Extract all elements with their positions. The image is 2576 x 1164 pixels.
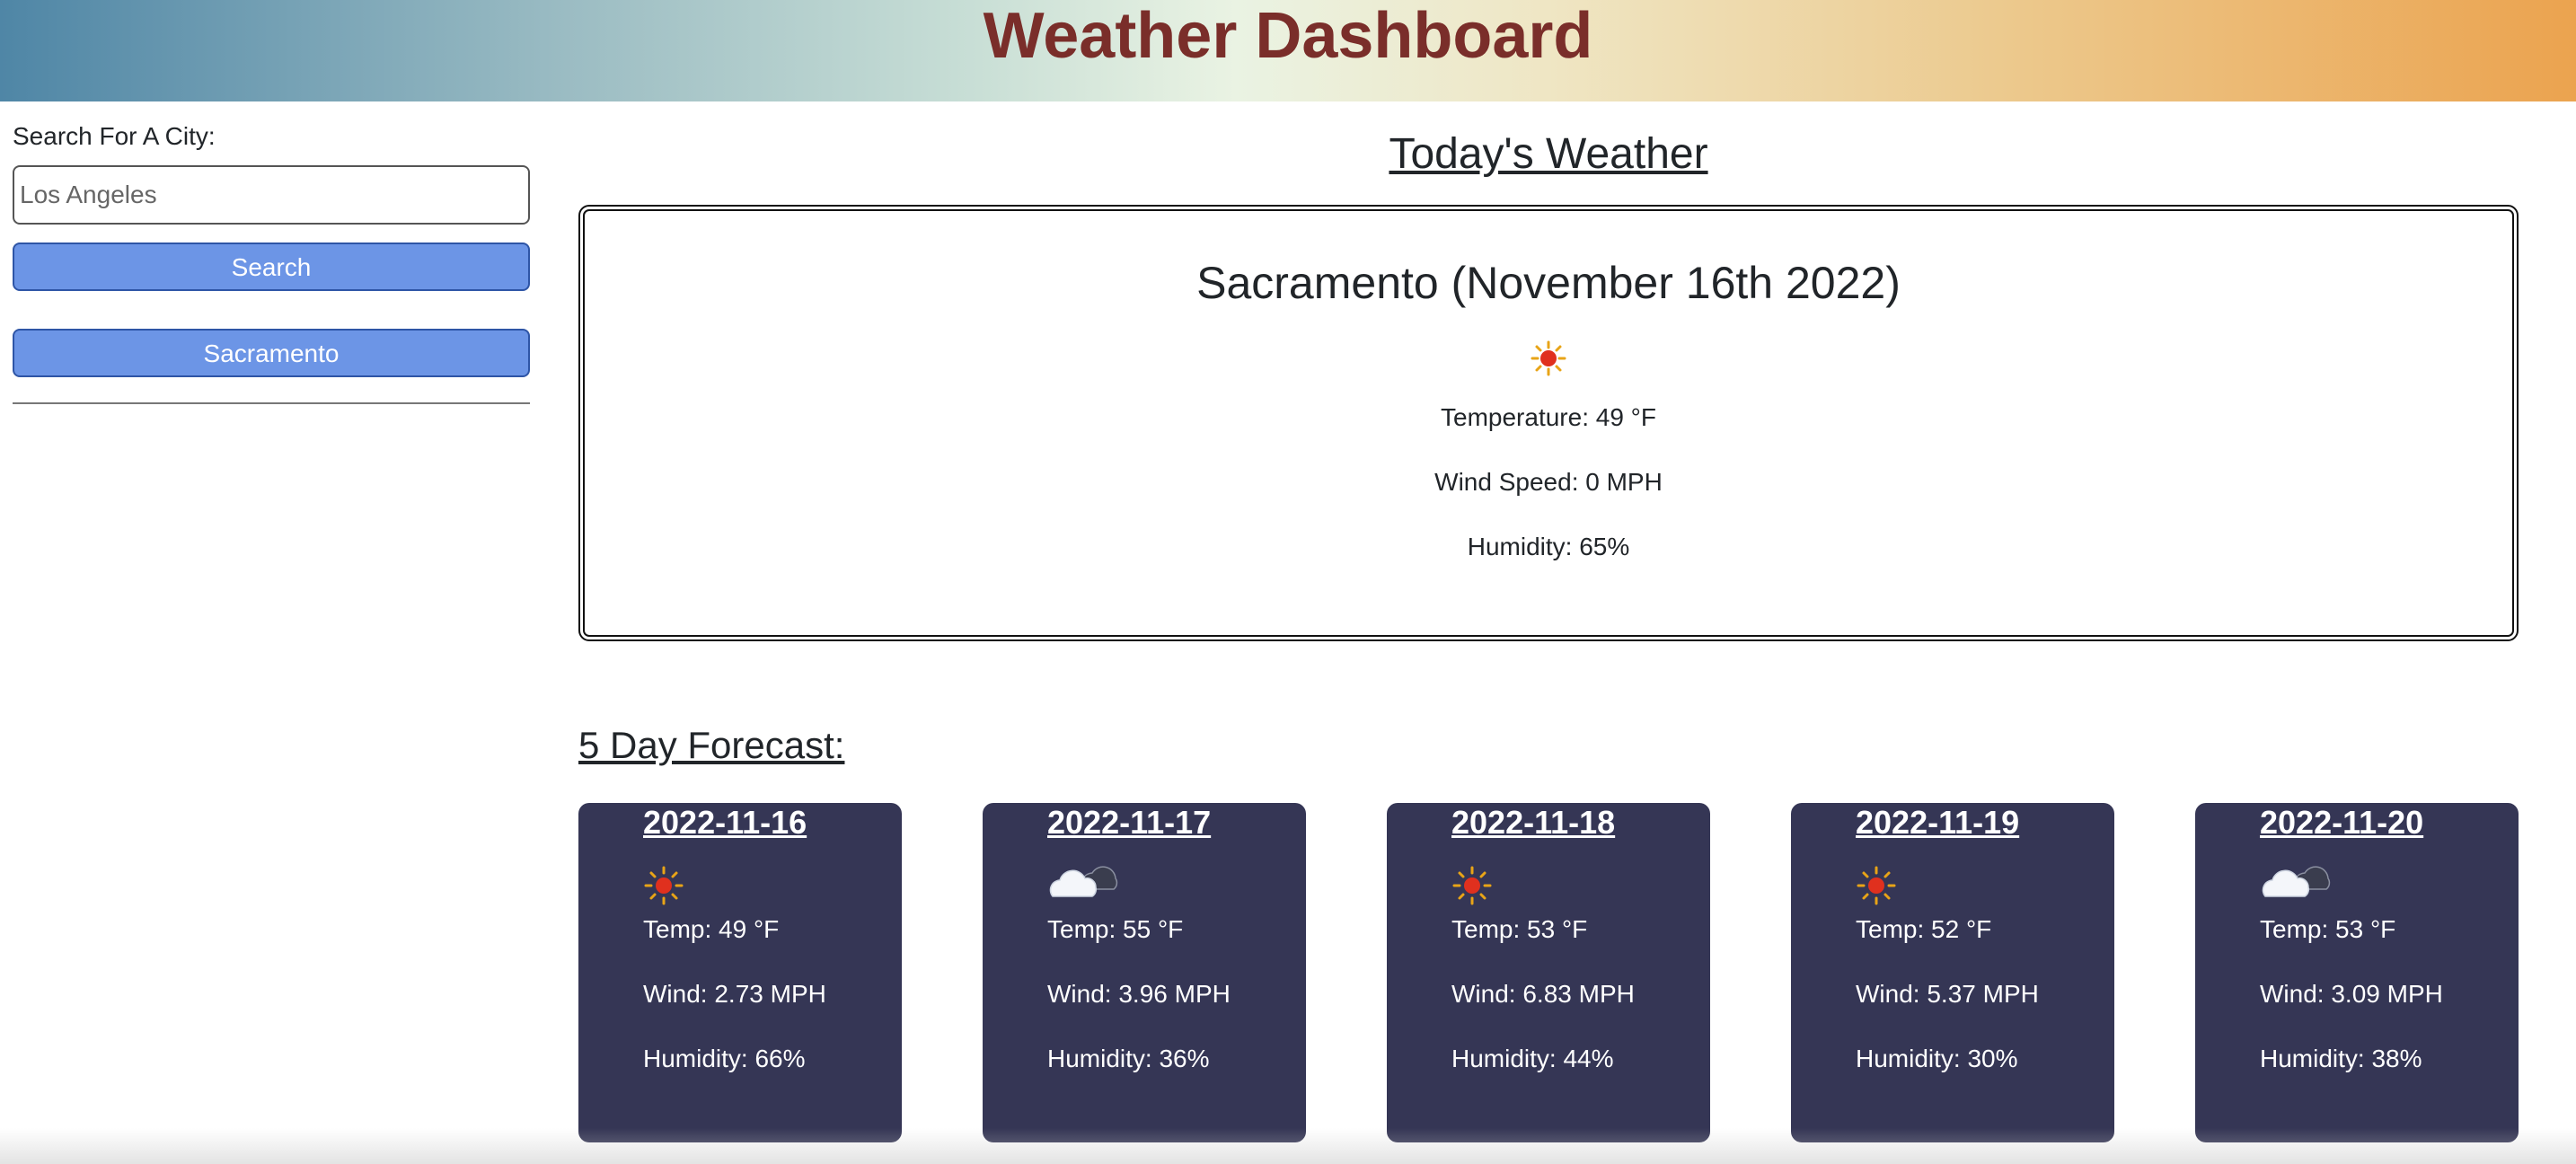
todays-weather-title: Today's Weather bbox=[1389, 130, 1708, 178]
forecast-temp: Temp: 49 °F bbox=[643, 915, 780, 943]
forecast-date: 2022-11-16 bbox=[643, 804, 807, 841]
forecast-card: 2022-11-17 Temp: 55 °F Wind: 3.96 MPH Hu… bbox=[983, 803, 1306, 1142]
header-banner: Weather Dashboard bbox=[0, 0, 2576, 101]
forecast-date: 2022-11-20 bbox=[2260, 804, 2424, 841]
forecast-date: 2022-11-19 bbox=[1856, 804, 2020, 841]
sidebar-divider bbox=[13, 402, 530, 404]
forecast-temp: Temp: 55 °F bbox=[1047, 915, 1184, 943]
main-content: Today's Weather Sacramento (November 16t… bbox=[578, 117, 2519, 1142]
cloud-icon bbox=[2260, 855, 2519, 907]
forecast-card: 2022-11-18 Temp: 53 °F Wind: 6.83 MPH Hu… bbox=[1387, 803, 1710, 1142]
forecast-humidity: Humidity: 30% bbox=[1856, 1045, 2018, 1072]
history-button-sacramento[interactable]: Sacramento bbox=[13, 329, 530, 377]
forecast-card: 2022-11-16 Temp: 49 °F Wind: 2.73 MPH Hu… bbox=[578, 803, 902, 1142]
forecast-humidity: Humidity: 38% bbox=[2260, 1045, 2422, 1072]
today-city-heading: Sacramento (November 16th 2022) bbox=[1196, 258, 1901, 308]
forecast-date: 2022-11-18 bbox=[1451, 804, 1616, 841]
sun-icon bbox=[1531, 340, 1566, 376]
sidebar: Search For A City: Search Sacramento bbox=[13, 117, 530, 404]
cloud-icon bbox=[1047, 855, 1306, 907]
bottom-shadow bbox=[0, 1128, 2576, 1164]
forecast-humidity: Humidity: 44% bbox=[1451, 1045, 1614, 1072]
sun-icon bbox=[643, 855, 902, 907]
forecast-wind: Wind: 2.73 MPH bbox=[643, 980, 826, 1008]
search-button[interactable]: Search bbox=[13, 242, 530, 291]
forecast-row: 2022-11-16 Temp: 49 °F Wind: 2.73 MPH Hu… bbox=[578, 803, 2519, 1144]
today-wind-speed: Wind Speed: 0 MPH bbox=[1434, 468, 1663, 496]
forecast-temp: Temp: 53 °F bbox=[1451, 915, 1588, 943]
forecast-wind: Wind: 3.09 MPH bbox=[2260, 980, 2443, 1008]
forecast-wind: Wind: 6.83 MPH bbox=[1451, 980, 1635, 1008]
search-input[interactable] bbox=[13, 165, 530, 225]
forecast-title: 5 Day Forecast: bbox=[578, 724, 845, 766]
forecast-humidity: Humidity: 66% bbox=[643, 1045, 806, 1072]
forecast-humidity: Humidity: 36% bbox=[1047, 1045, 1210, 1072]
page-title: Weather Dashboard bbox=[983, 0, 1593, 72]
forecast-wind: Wind: 3.96 MPH bbox=[1047, 980, 1231, 1008]
forecast-wind: Wind: 5.37 MPH bbox=[1856, 980, 2039, 1008]
forecast-temp: Temp: 52 °F bbox=[1856, 915, 1992, 943]
forecast-temp: Temp: 53 °F bbox=[2260, 915, 2396, 943]
forecast-card: 2022-11-20 Temp: 53 °F Wind: 3.09 MPH Hu… bbox=[2195, 803, 2519, 1142]
search-label: Search For A City: bbox=[13, 122, 216, 150]
forecast-date: 2022-11-17 bbox=[1047, 804, 1212, 841]
forecast-card: 2022-11-19 Temp: 52 °F Wind: 5.37 MPH Hu… bbox=[1791, 803, 2114, 1142]
today-temperature: Temperature: 49 °F bbox=[1441, 403, 1656, 431]
today-weather-card: Sacramento (November 16th 2022) Temperat… bbox=[578, 205, 2519, 641]
sun-icon bbox=[1451, 855, 1710, 907]
sun-icon bbox=[1856, 855, 2114, 907]
today-humidity: Humidity: 65% bbox=[1467, 533, 1630, 560]
